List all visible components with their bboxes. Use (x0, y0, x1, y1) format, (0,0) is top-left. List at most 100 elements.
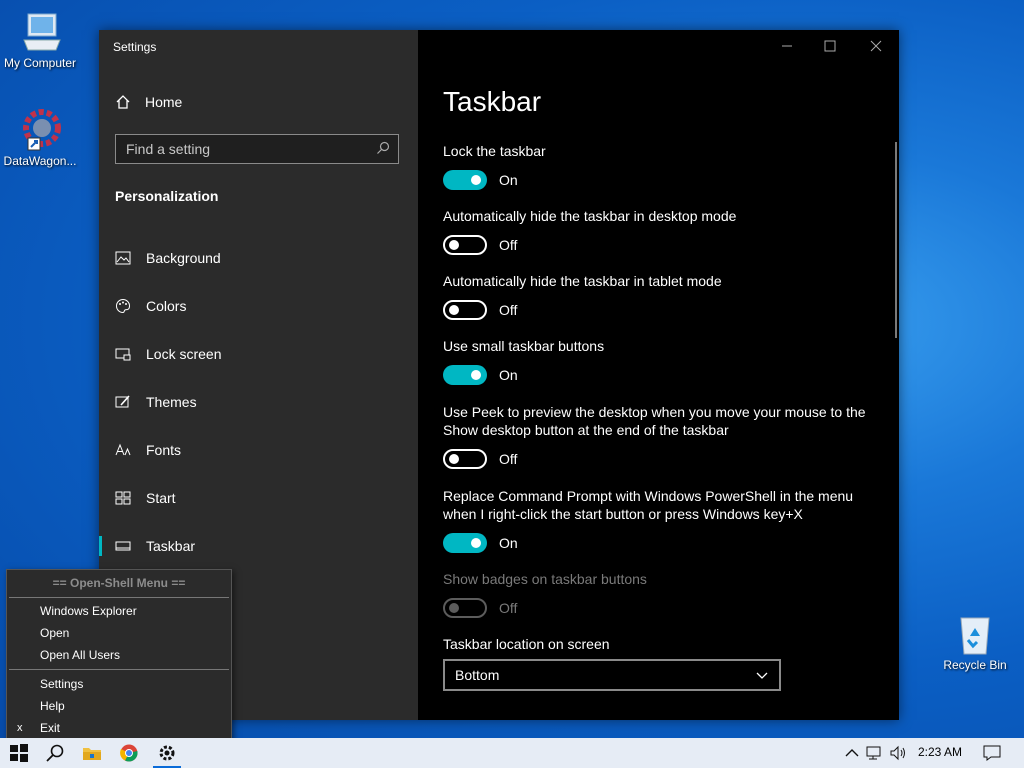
chrome-icon[interactable] (119, 743, 139, 763)
select-value: Bottom (455, 667, 500, 683)
menu-item-settings[interactable]: Settings (7, 673, 231, 695)
sidebar-item-label: Fonts (146, 442, 182, 458)
sidebar-item-start[interactable]: Start (99, 474, 418, 522)
menu-item-help[interactable]: Help (7, 695, 231, 717)
search-icon[interactable] (376, 141, 390, 155)
setting-label: Use small taskbar buttons (443, 338, 605, 354)
sidebar-item-colors[interactable]: Colors (99, 282, 418, 330)
toggle-state: On (499, 172, 518, 188)
maximize-icon[interactable] (822, 38, 838, 54)
section-title: Personalization (115, 188, 219, 204)
menu-item-exit[interactable]: x Exit (7, 717, 231, 739)
clock[interactable]: 2:23 AM (918, 745, 962, 759)
setting-small-buttons: Use small taskbar buttons On (443, 337, 883, 385)
desktop-icon-datawagon[interactable]: DataWagon... (0, 108, 80, 168)
close-icon[interactable] (868, 38, 884, 54)
setting-autohide-desktop: Automatically hide the taskbar in deskto… (443, 207, 883, 255)
chevron-down-icon (756, 672, 768, 679)
autohide-tablet-toggle[interactable] (443, 300, 487, 320)
toggle-state: On (499, 535, 518, 551)
nav-list: Background Colors Lock screen Themes Fon… (99, 234, 418, 570)
sidebar-item-background[interactable]: Background (99, 234, 418, 282)
notification-center-icon[interactable] (982, 743, 1002, 763)
menu-separator (9, 597, 229, 598)
search-box[interactable] (115, 134, 399, 164)
toggle-state: On (499, 367, 518, 383)
search-input[interactable] (116, 140, 368, 158)
menu-item-windows-explorer[interactable]: Windows Explorer (7, 600, 231, 622)
small-buttons-toggle[interactable] (443, 365, 487, 385)
peek-toggle[interactable] (443, 449, 487, 469)
computer-icon (16, 10, 64, 54)
lock-taskbar-toggle[interactable] (443, 170, 487, 190)
setting-label: Use Peek to preview the desktop when you… (443, 403, 883, 439)
badges-toggle (443, 598, 487, 618)
minimize-icon[interactable] (779, 38, 795, 54)
font-icon (115, 443, 131, 456)
sidebar-item-label: Start (146, 490, 176, 506)
recycle-bin-icon (951, 612, 999, 656)
nav-home[interactable]: Home (115, 94, 182, 110)
home-icon (116, 95, 130, 109)
sidebar-item-lock-screen[interactable]: Lock screen (99, 330, 418, 378)
sidebar-item-fonts[interactable]: Fonts (99, 426, 418, 474)
taskbar-location-select[interactable]: Bottom (443, 659, 781, 691)
network-icon[interactable] (864, 743, 884, 763)
setting-badges: Show badges on taskbar buttons Off (443, 570, 883, 618)
powershell-toggle[interactable] (443, 533, 487, 553)
start-grid-icon (115, 491, 131, 505)
window-title: Settings (113, 40, 157, 54)
menu-item-open-all-users[interactable]: Open All Users (7, 644, 231, 666)
sidebar-item-themes[interactable]: Themes (99, 378, 418, 426)
palette-icon (116, 298, 131, 314)
autohide-desktop-toggle[interactable] (443, 235, 487, 255)
toggle-state: Off (499, 237, 518, 253)
desktop-icon-my-computer[interactable]: My Computer (0, 10, 80, 70)
sidebar-item-label: Lock screen (146, 346, 222, 362)
settings-gear-icon[interactable] (157, 743, 177, 763)
sidebar-item-label: Colors (146, 298, 187, 314)
setting-label-line: Show desktop button at the end of the ta… (443, 422, 729, 438)
picture-icon (115, 251, 131, 265)
toggle-state: Off (499, 600, 518, 616)
start-button-icon[interactable] (9, 743, 29, 763)
volume-icon[interactable] (888, 743, 908, 763)
setting-label: Taskbar location on screen (443, 636, 610, 652)
sidebar-item-label: Themes (146, 394, 197, 410)
setting-label: Replace Command Prompt with Windows Powe… (443, 487, 883, 523)
menu-header: == Open-Shell Menu == (52, 576, 186, 590)
sidebar-item-label: Taskbar (146, 538, 196, 554)
menu-item-open[interactable]: Open (7, 622, 231, 644)
setting-powershell: Replace Command Prompt with Windows Powe… (443, 487, 883, 553)
sidebar-item-label: Background (146, 250, 221, 266)
setting-location: Taskbar location on screen (443, 635, 883, 653)
setting-label-line: when I right-click the start button or p… (443, 506, 803, 522)
toggle-state: Off (499, 451, 518, 467)
taskbar: 2:23 AM (0, 738, 1024, 768)
setting-label-line: Use Peek to preview the desktop when you… (443, 404, 866, 420)
open-shell-context-menu: == Open-Shell Menu == Windows Explorer O… (6, 569, 232, 744)
desktop-icon-label: DataWagon... (3, 154, 77, 168)
menu-item-label: Exit (40, 721, 61, 735)
exit-marker-icon: x (17, 722, 23, 734)
page-title: Taskbar (443, 86, 542, 117)
nav-home-label: Home (145, 94, 183, 110)
setting-label: Automatically hide the taskbar in tablet… (443, 273, 722, 289)
setting-label: Automatically hide the taskbar in deskto… (443, 208, 737, 224)
desktop-icon-label: Recycle Bin (943, 658, 1007, 672)
chevron-up-icon[interactable] (842, 743, 862, 763)
setting-label: Show badges on taskbar buttons (443, 571, 647, 587)
file-explorer-icon[interactable] (82, 743, 102, 763)
scrollbar[interactable] (895, 142, 897, 338)
menu-separator (9, 669, 229, 670)
desktop-icon-recycle-bin[interactable]: Recycle Bin (935, 612, 1015, 672)
search-icon[interactable] (45, 743, 65, 763)
gear-shortcut-icon (16, 108, 64, 152)
lock-screen-icon (115, 348, 131, 361)
setting-label: Lock the taskbar (443, 143, 546, 159)
desktop-icon-label: My Computer (3, 56, 77, 70)
setting-peek: Use Peek to preview the desktop when you… (443, 403, 883, 469)
setting-label-line: Replace Command Prompt with Windows Powe… (443, 488, 854, 504)
sidebar-item-taskbar[interactable]: Taskbar (99, 522, 418, 570)
brush-icon (115, 395, 130, 408)
